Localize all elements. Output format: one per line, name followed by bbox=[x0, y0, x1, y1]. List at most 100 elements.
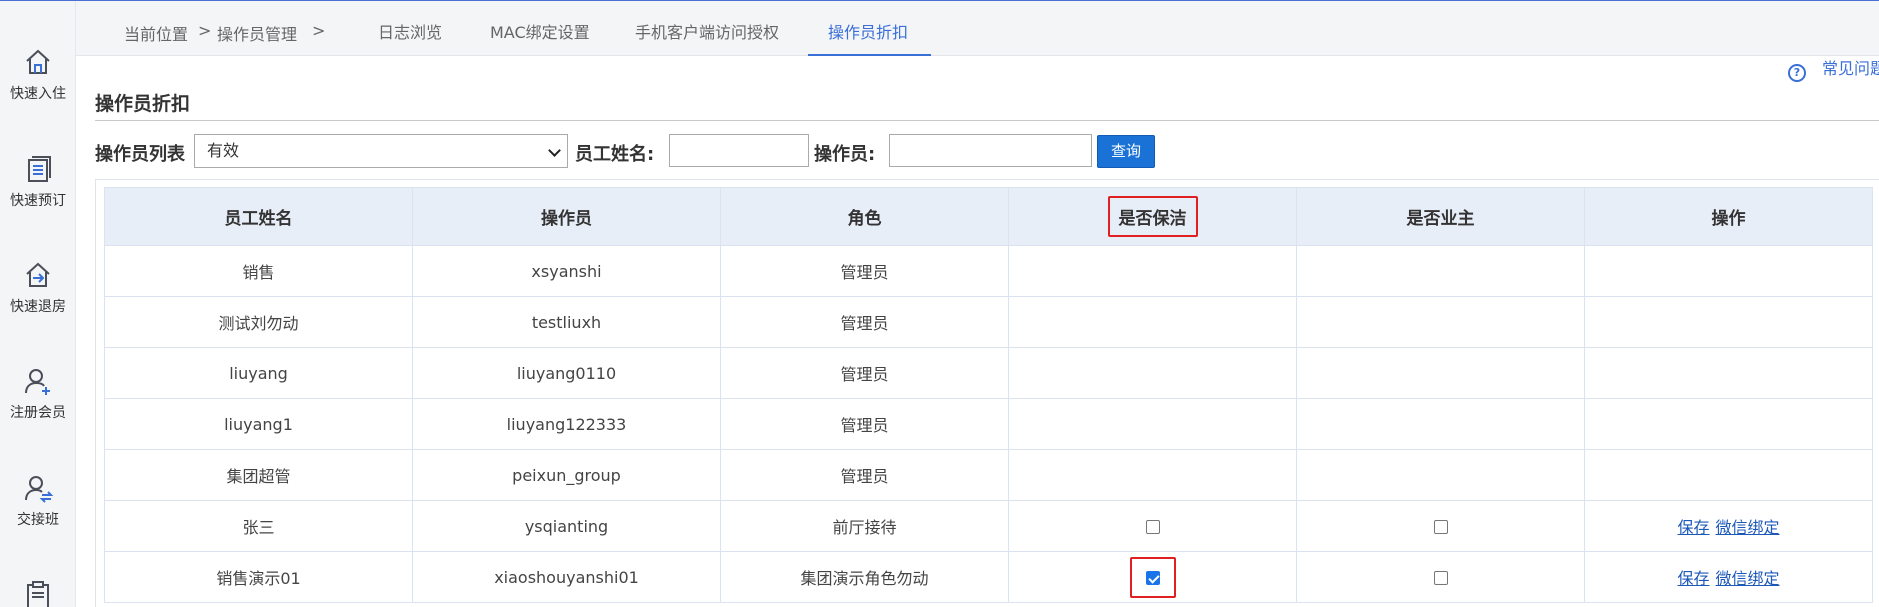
col-header-is-cleaner-label: 是否保洁 bbox=[1118, 209, 1187, 229]
table-row: 销售 xsyanshi 管理员 bbox=[104, 245, 1873, 297]
cell-role: 管理员 bbox=[720, 398, 1009, 450]
wechat-bind-link[interactable]: 微信绑定 bbox=[1716, 569, 1780, 588]
sidebar-item-quick-checkout[interactable]: 快速退房 bbox=[0, 260, 76, 316]
col-header-is-owner[interactable]: 是否业主 bbox=[1296, 187, 1585, 246]
cell-operator: peixun_group bbox=[412, 449, 721, 501]
sidebar-item-quick-checkin[interactable]: 快速入住 bbox=[0, 47, 76, 103]
tab-log-browse[interactable]: 日志浏览 bbox=[378, 19, 442, 43]
cell-actions bbox=[1584, 347, 1873, 399]
sidebar-item-quick-booking[interactable]: 快速预订 bbox=[0, 154, 76, 210]
cell-is-owner bbox=[1296, 296, 1585, 348]
sidebar-item-register-member[interactable]: 注册会员 bbox=[0, 366, 76, 422]
operator-table: 员工姓名 操作员 角色 是否保洁 是否业主 操作 销售 xsyanshi 管理员… bbox=[104, 187, 1873, 603]
page-title: 操作员折扣 bbox=[95, 93, 191, 115]
tab-operator-discount[interactable]: 操作员折扣 bbox=[828, 19, 908, 43]
home-icon bbox=[26, 49, 50, 74]
cell-is-cleaner bbox=[1008, 398, 1297, 450]
sidebar-item-label: 交接班 bbox=[17, 512, 59, 528]
cell-operator: liuyang122333 bbox=[412, 398, 721, 450]
breadcrumb-separator: > bbox=[312, 21, 326, 40]
table-row: liuyang1 liuyang122333 管理员 bbox=[104, 398, 1873, 450]
checkout-icon bbox=[26, 262, 50, 287]
table-row: 测试刘勿动 testliuxh 管理员 bbox=[104, 296, 1873, 348]
breadcrumb-current-position: 当前位置 bbox=[124, 25, 189, 44]
is-cleaner-checkbox[interactable] bbox=[1145, 571, 1160, 585]
shift-handover-icon bbox=[25, 476, 53, 503]
breadcrumb-separator: > bbox=[198, 21, 212, 40]
cell-employee-name: liuyang1 bbox=[104, 398, 413, 450]
tab-mobile-access[interactable]: 手机客户端访问授权 bbox=[635, 19, 779, 43]
sidebar: 快速入住 快速预订 快速退房 注册会员 交接班 bbox=[0, 1, 76, 607]
sidebar-item-label: 快速退房 bbox=[10, 299, 66, 315]
cell-is-cleaner bbox=[1008, 500, 1297, 552]
cell-role: 管理员 bbox=[720, 449, 1009, 501]
is-cleaner-checkbox[interactable] bbox=[1145, 520, 1160, 534]
save-link[interactable]: 保存 bbox=[1677, 569, 1709, 588]
cell-actions bbox=[1584, 245, 1873, 297]
query-button[interactable]: 查询 bbox=[1097, 135, 1155, 168]
table-header-row: 员工姓名 操作员 角色 是否保洁 是否业主 操作 bbox=[104, 187, 1873, 246]
cell-operator: testliuxh bbox=[412, 296, 721, 348]
save-link[interactable]: 保存 bbox=[1677, 518, 1709, 537]
sidebar-item-report[interactable] bbox=[0, 579, 76, 607]
sidebar-item-shift-handover[interactable]: 交接班 bbox=[0, 473, 76, 529]
employee-name-label: 员工姓名: bbox=[575, 144, 655, 165]
operator-list-label: 操作员列表 bbox=[95, 144, 185, 165]
cell-operator: xiaoshouyanshi01 bbox=[412, 551, 721, 603]
cell-is-owner bbox=[1296, 398, 1585, 450]
table-row: liuyang liuyang0110 管理员 bbox=[104, 347, 1873, 399]
cell-actions bbox=[1584, 449, 1873, 501]
cell-role: 前厅接待 bbox=[720, 500, 1009, 552]
tab-mac-binding[interactable]: MAC绑定设置 bbox=[490, 19, 590, 43]
cell-is-owner bbox=[1296, 551, 1585, 603]
cell-operator: xsyanshi bbox=[412, 245, 721, 297]
cell-operator: liuyang0110 bbox=[412, 347, 721, 399]
cell-actions bbox=[1584, 296, 1873, 348]
add-member-icon bbox=[25, 369, 50, 395]
cell-employee-name: 张三 bbox=[104, 500, 413, 552]
cell-is-owner bbox=[1296, 500, 1585, 552]
cell-actions bbox=[1584, 398, 1873, 450]
breadcrumb-section[interactable]: 操作员管理 bbox=[217, 21, 297, 45]
chevron-down-icon bbox=[548, 144, 561, 157]
operator-input[interactable] bbox=[889, 134, 1092, 167]
status-select[interactable]: 有效 bbox=[194, 134, 568, 168]
cell-employee-name: liuyang bbox=[104, 347, 413, 399]
col-header-operator[interactable]: 操作员 bbox=[412, 187, 721, 246]
cell-role: 管理员 bbox=[720, 296, 1009, 348]
top-nav: 当前位置 > 操作员管理 > 日志浏览 MAC绑定设置 手机客户端访问授权 操作… bbox=[76, 1, 1879, 56]
sidebar-item-label: 注册会员 bbox=[10, 405, 66, 421]
cell-employee-name: 销售 bbox=[104, 245, 413, 297]
cell-actions: 保存 微信绑定 bbox=[1584, 500, 1873, 552]
sidebar-item-label: 快速入住 bbox=[10, 86, 66, 102]
cell-is-cleaner bbox=[1008, 347, 1297, 399]
faq-label: 常见问题 bbox=[1822, 59, 1879, 78]
faq-link[interactable]: ? 常见问题 bbox=[1788, 55, 1879, 82]
booking-list-icon bbox=[28, 156, 51, 182]
question-circle-icon: ? bbox=[1788, 64, 1806, 82]
cell-operator: ysqianting bbox=[412, 500, 721, 552]
col-header-employee-name[interactable]: 员工姓名 bbox=[104, 187, 413, 246]
wechat-bind-link[interactable]: 微信绑定 bbox=[1716, 518, 1780, 537]
cell-role: 集团演示角色勿动 bbox=[720, 551, 1009, 603]
cell-is-cleaner bbox=[1008, 449, 1297, 501]
title-divider bbox=[95, 120, 1879, 121]
cell-employee-name: 销售演示01 bbox=[104, 551, 413, 603]
active-tab-indicator bbox=[808, 54, 931, 56]
cell-role: 管理员 bbox=[720, 347, 1009, 399]
is-owner-checkbox[interactable] bbox=[1433, 520, 1448, 534]
col-header-is-cleaner[interactable]: 是否保洁 bbox=[1008, 187, 1297, 246]
status-select-value: 有效 bbox=[207, 141, 240, 160]
table-row: 张三 ysqianting 前厅接待 保存 微信绑定 bbox=[104, 500, 1873, 552]
col-header-actions: 操作 bbox=[1584, 187, 1873, 246]
operator-table-container: 员工姓名 操作员 角色 是否保洁 是否业主 操作 销售 xsyanshi 管理员… bbox=[95, 179, 1879, 607]
highlight-box: 是否保洁 bbox=[1107, 196, 1198, 237]
cell-is-cleaner bbox=[1008, 296, 1297, 348]
report-icon bbox=[27, 581, 49, 607]
is-owner-checkbox[interactable] bbox=[1433, 571, 1448, 585]
col-header-role[interactable]: 角色 bbox=[720, 187, 1009, 246]
employee-name-input[interactable] bbox=[669, 134, 809, 167]
table-row: 销售演示01 xiaoshouyanshi01 集团演示角色勿动 保存 微信绑定 bbox=[104, 551, 1873, 603]
highlight-box bbox=[1129, 556, 1176, 598]
cell-role: 管理员 bbox=[720, 245, 1009, 297]
